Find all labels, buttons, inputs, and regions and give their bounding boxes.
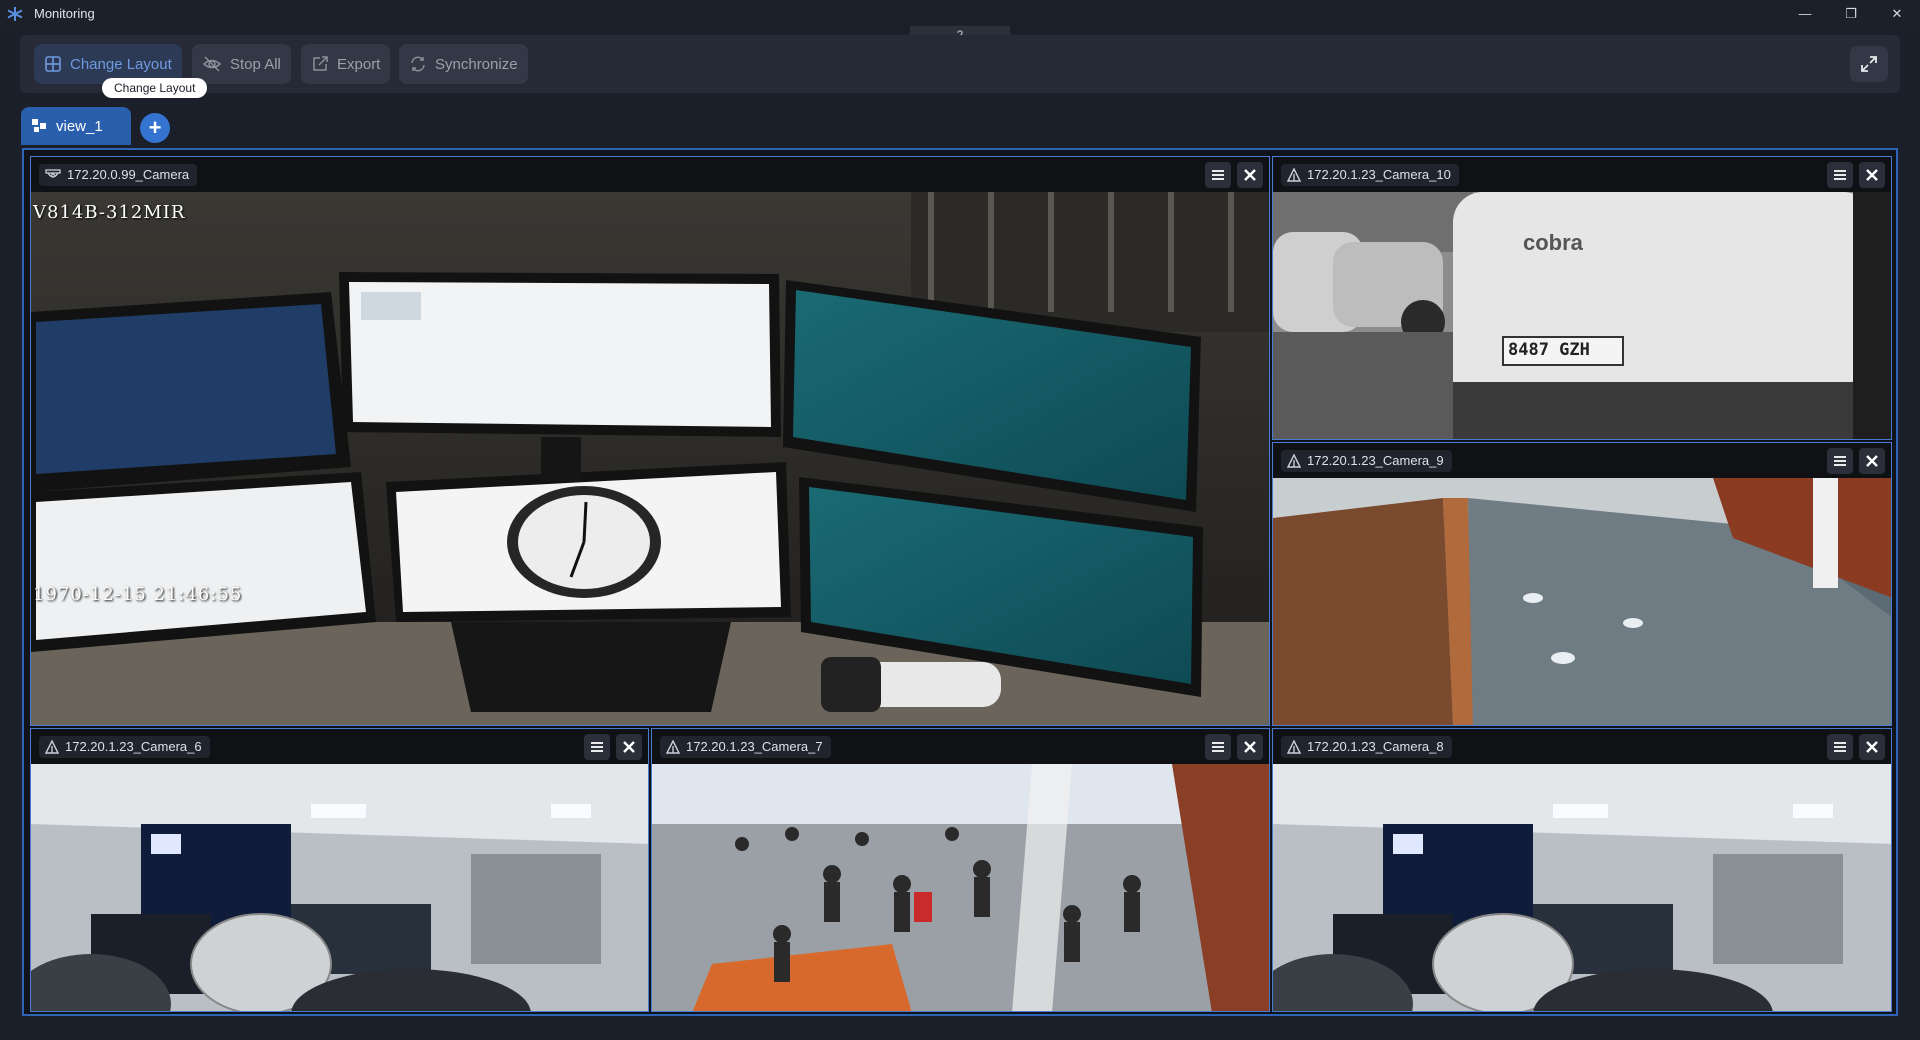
- close-icon: [1866, 455, 1878, 467]
- export-label: Export: [337, 55, 381, 73]
- camera-label: 172.20.1.23_Camera_10: [1281, 163, 1459, 186]
- bullet-camera-icon: [1287, 739, 1301, 754]
- export-icon: [313, 56, 328, 71]
- license-plate-text: 8487 GZH: [1508, 340, 1590, 360]
- sync-icon: [411, 56, 425, 72]
- camera-tile-header: 172.20.0.99_Camera: [31, 157, 1269, 192]
- toolbar: Change Layout Stop All Export Synchroniz…: [20, 35, 1900, 93]
- camera-close-button[interactable]: [1859, 162, 1885, 188]
- change-layout-label: Change Layout: [70, 55, 172, 73]
- menu-icon: [1834, 170, 1846, 180]
- camera-name: 172.20.1.23_Camera_6: [65, 739, 202, 754]
- camera-tile-4[interactable]: 172.20.1.23_Camera_7: [651, 728, 1270, 1012]
- camera-video-feed[interactable]: cobra 8487 GZH: [1273, 192, 1891, 439]
- close-icon: [623, 741, 635, 753]
- bullet-camera-icon: [45, 739, 59, 754]
- camera-tile-1[interactable]: 172.20.1.23_Camera_10 cobra 8487 GZH: [1272, 156, 1892, 440]
- camera-tile-header: 172.20.1.23_Camera_8: [1273, 729, 1891, 764]
- camera-tile-header: 172.20.1.23_Camera_7: [652, 729, 1269, 764]
- menu-icon: [591, 742, 603, 752]
- camera-close-button[interactable]: [1237, 734, 1263, 760]
- bullet-camera-icon: [1287, 453, 1301, 468]
- restore-button[interactable]: ❐: [1828, 0, 1874, 27]
- camera-name: 172.20.0.99_Camera: [67, 167, 190, 182]
- camera-label: 172.20.1.23_Camera_9: [1281, 449, 1452, 472]
- camera-label: 172.20.0.99_Camera: [39, 163, 198, 186]
- stop-all-button[interactable]: Stop All: [192, 44, 291, 84]
- camera-menu-button[interactable]: [1827, 162, 1853, 188]
- camera-close-button[interactable]: [1237, 162, 1263, 188]
- menu-icon: [1212, 170, 1224, 180]
- layout-grid-icon: [45, 56, 61, 72]
- camera-menu-button[interactable]: [1827, 734, 1853, 760]
- menu-icon: [1212, 742, 1224, 752]
- close-icon: [1866, 741, 1878, 753]
- osd-timestamp: 1970-12-15 21:46:55: [33, 584, 243, 605]
- close-icon: [1244, 741, 1256, 753]
- change-layout-tooltip: Change Layout: [102, 78, 208, 98]
- title-bar: Monitoring — ❐ ✕: [0, 0, 1920, 27]
- osd-model: V814B-312MIR: [33, 202, 186, 223]
- camera-close-button[interactable]: [1859, 448, 1885, 474]
- synchronize-label: Synchronize: [435, 55, 518, 73]
- camera-name: 172.20.1.23_Camera_10: [1307, 167, 1451, 182]
- close-icon: [1244, 169, 1256, 181]
- camera-label: 172.20.1.23_Camera_6: [39, 735, 210, 758]
- bullet-camera-icon: [1287, 167, 1301, 182]
- camera-tile-header: 172.20.1.23_Camera_9: [1273, 443, 1891, 478]
- camera-menu-button[interactable]: [1205, 162, 1231, 188]
- close-window-button[interactable]: ✕: [1874, 0, 1920, 27]
- camera-name: 172.20.1.23_Camera_8: [1307, 739, 1444, 754]
- camera-video-feed[interactable]: [1273, 764, 1891, 1011]
- camera-menu-button[interactable]: [1205, 734, 1231, 760]
- camera-label: 172.20.1.23_Camera_7: [660, 735, 831, 758]
- camera-menu-button[interactable]: [584, 734, 610, 760]
- camera-grid: 172.20.0.99_Camera V814B-312MIR 1970-12-…: [22, 148, 1898, 1016]
- tab-view-1[interactable]: view_1: [21, 107, 131, 145]
- window-title: Monitoring: [34, 6, 95, 21]
- export-button[interactable]: Export: [301, 44, 391, 84]
- minimize-button[interactable]: —: [1782, 0, 1828, 27]
- fullscreen-button[interactable]: [1850, 46, 1888, 82]
- camera-video-feed[interactable]: [652, 764, 1269, 1011]
- camera-tile-header: 172.20.1.23_Camera_6: [31, 729, 648, 764]
- camera-close-button[interactable]: [1859, 734, 1885, 760]
- camera-menu-button[interactable]: [1827, 448, 1853, 474]
- van-brand-text: cobra: [1523, 230, 1583, 255]
- camera-video-feed[interactable]: [1273, 478, 1891, 725]
- menu-icon: [1834, 456, 1846, 466]
- camera-tile-0[interactable]: 172.20.0.99_Camera V814B-312MIR 1970-12-…: [30, 156, 1270, 726]
- view-tab-icon: [32, 119, 46, 132]
- camera-video-feed[interactable]: V814B-312MIR 1970-12-15 21:46:55: [31, 192, 1269, 725]
- synchronize-button[interactable]: Synchronize: [399, 44, 528, 84]
- camera-tile-5[interactable]: 172.20.1.23_Camera_8: [1272, 728, 1892, 1012]
- camera-label: 172.20.1.23_Camera_8: [1281, 735, 1452, 758]
- stop-all-label: Stop All: [230, 55, 281, 73]
- camera-name: 172.20.1.23_Camera_9: [1307, 453, 1444, 468]
- camera-tile-2[interactable]: 172.20.1.23_Camera_9: [1272, 442, 1892, 726]
- bullet-camera-icon: [666, 739, 680, 754]
- tab-view-1-label: view_1: [56, 117, 103, 135]
- camera-name: 172.20.1.23_Camera_7: [686, 739, 823, 754]
- close-icon: [1866, 169, 1878, 181]
- camera-tile-header: 172.20.1.23_Camera_10: [1273, 157, 1891, 192]
- camera-close-button[interactable]: [616, 734, 642, 760]
- camera-video-feed[interactable]: [31, 764, 648, 1011]
- dome-camera-icon: [45, 168, 61, 178]
- add-view-button[interactable]: +: [140, 113, 170, 143]
- camera-tile-3[interactable]: 172.20.1.23_Camera_6: [30, 728, 649, 1012]
- app-logo-icon: [6, 5, 24, 23]
- menu-icon: [1834, 742, 1846, 752]
- eye-off-icon: [202, 56, 222, 72]
- expand-icon: [1861, 56, 1877, 72]
